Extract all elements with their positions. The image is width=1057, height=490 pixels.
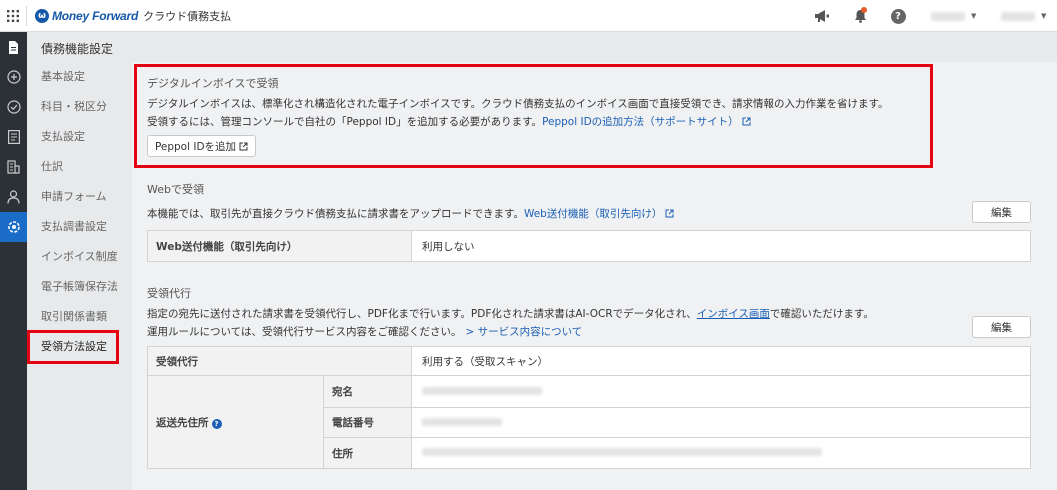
logo-mark-icon: ω bbox=[35, 8, 49, 23]
highlight-box-digital-invoice bbox=[134, 64, 933, 168]
web-settings-table: Web送付機能（取引先向け） 利用しない bbox=[147, 230, 1031, 262]
nav-item-request-form[interactable]: 申請フォーム bbox=[27, 182, 132, 212]
nav-item-basic[interactable]: 基本設定 bbox=[27, 62, 132, 92]
office-menu[interactable]: ▼ bbox=[931, 11, 987, 21]
invoice-screen-link[interactable]: インボイス画面 bbox=[697, 308, 770, 320]
proxy-value: 利用する（受取スキャン） bbox=[411, 346, 1031, 376]
header-actions: ? ▼ ▼ bbox=[803, 0, 1057, 32]
header-divider bbox=[26, 5, 27, 26]
nav-item-accounts-tax[interactable]: 科目・税区分 bbox=[27, 92, 132, 122]
nav-item-invoice-system[interactable]: インボイス制度 bbox=[27, 242, 132, 272]
proxy-label: 受領代行 bbox=[147, 346, 412, 376]
address-label: 住所 bbox=[323, 437, 412, 469]
phone-label: 電話番号 bbox=[323, 407, 412, 438]
redacted-value bbox=[422, 448, 822, 456]
web-receipt-title: Webで受領 bbox=[147, 183, 204, 196]
chevron-down-icon: ▼ bbox=[1041, 12, 1047, 20]
logo-product: クラウド債務支払 bbox=[143, 9, 232, 23]
grid-icon[interactable] bbox=[0, 0, 26, 32]
rail-check-icon[interactable] bbox=[0, 92, 27, 122]
redacted-value bbox=[422, 417, 502, 426]
rail-list-icon[interactable] bbox=[0, 122, 27, 152]
nav-item-trade-documents[interactable]: 取引関係書類 bbox=[27, 302, 132, 332]
rail-user-icon[interactable] bbox=[0, 182, 27, 212]
proxy-receipt-title: 受領代行 bbox=[147, 287, 191, 300]
settings-nav: 債務機能設定 基本設定 科目・税区分 支払設定 仕訳 申請フォーム 支払調書設定… bbox=[27, 32, 132, 490]
app-logo[interactable]: ω Money Forward クラウド債務支払 bbox=[35, 8, 231, 24]
top-header: ω Money Forward クラウド債務支払 ? ▼ ▼ bbox=[0, 0, 1057, 32]
web-edit-button[interactable]: 編集 bbox=[972, 201, 1031, 223]
nav-item-journal[interactable]: 仕訳 bbox=[27, 152, 132, 182]
proxy-edit-button[interactable]: 編集 bbox=[972, 316, 1031, 338]
web-receipt-desc: 本機能では、取引先が直接クラウド債務支払に請求書をアップロードできます。Web送… bbox=[147, 206, 674, 221]
web-send-link[interactable]: Web送付機能（取引先向け） bbox=[524, 208, 662, 220]
return-address-label: 返送先住所? bbox=[147, 375, 324, 469]
nav-item-e-book-law[interactable]: 電子帳簿保存法 bbox=[27, 272, 132, 302]
service-content-link[interactable]: > サービス内容について bbox=[465, 326, 582, 338]
rail-add-icon[interactable] bbox=[0, 62, 27, 92]
notification-dot bbox=[861, 7, 867, 13]
recipient-name-value bbox=[411, 375, 1031, 408]
page-title: 債務機能設定 bbox=[41, 42, 114, 56]
bell-icon[interactable] bbox=[841, 0, 879, 32]
logo-brand: Money Forward bbox=[52, 8, 139, 23]
proxy-receipt-desc: 指定の宛先に送付された請求書を受領代行し、PDF化まで行います。PDF化された請… bbox=[147, 308, 874, 320]
user-name-redacted bbox=[1001, 11, 1035, 21]
web-send-label: Web送付機能（取引先向け） bbox=[147, 230, 412, 262]
chevron-down-icon: ▼ bbox=[971, 12, 977, 20]
web-send-value: 利用しない bbox=[411, 230, 1031, 262]
address-value bbox=[411, 437, 1031, 469]
proxy-settings-table: 受領代行 利用する（受取スキャン） 返送先住所? 宛名 電話番号 住所 bbox=[147, 346, 1031, 469]
highlight-box-nav bbox=[27, 330, 119, 364]
icon-rail bbox=[0, 32, 27, 490]
rail-building-icon[interactable] bbox=[0, 152, 27, 182]
nav-item-payment-record[interactable]: 支払調書設定 bbox=[27, 212, 132, 242]
redacted-value bbox=[422, 386, 542, 395]
external-link-icon bbox=[665, 209, 674, 218]
office-name-redacted bbox=[931, 11, 965, 21]
proxy-receipt-rules: 運用ルールについては、受領代行サービス内容をご確認ください。 > サービス内容につ… bbox=[147, 326, 583, 338]
rail-settings-icon[interactable] bbox=[0, 212, 27, 242]
nav-item-payment[interactable]: 支払設定 bbox=[27, 122, 132, 152]
title-strip bbox=[132, 32, 1057, 62]
question-icon[interactable]: ? bbox=[211, 418, 222, 429]
settings-nav-list: 基本設定 科目・税区分 支払設定 仕訳 申請フォーム 支払調書設定 インボイス制… bbox=[27, 62, 132, 362]
phone-value bbox=[411, 407, 1031, 438]
rail-document-icon[interactable] bbox=[0, 32, 27, 62]
megaphone-icon[interactable] bbox=[803, 0, 841, 32]
help-icon[interactable]: ? bbox=[879, 0, 917, 32]
recipient-name-label: 宛名 bbox=[323, 375, 412, 408]
user-menu[interactable]: ▼ bbox=[1001, 11, 1057, 21]
